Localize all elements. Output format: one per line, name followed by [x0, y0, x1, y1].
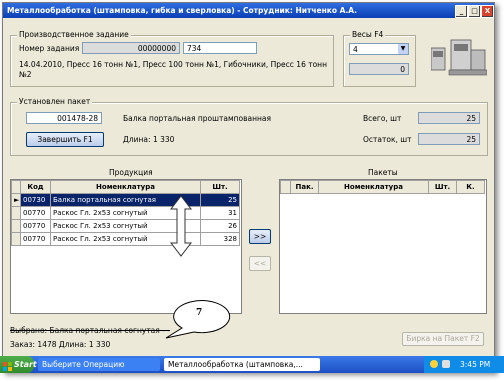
packets-header-marker [280, 180, 291, 194]
scales-value-field: 0 [349, 63, 409, 75]
package-length: Длина: 1 330 [123, 135, 175, 144]
packets-header-name[interactable]: Номенклатура [318, 180, 429, 194]
cell-code: 00730 [20, 193, 51, 207]
installed-package-label: Установлен пакет [17, 97, 93, 106]
taskbar-item-metalwork[interactable]: Металлообработка (штамповка,... [164, 358, 320, 371]
speaker-icon[interactable] [442, 360, 450, 368]
table-row[interactable]: 00770 Раскос Гл. 2х53 согнутый 26 [11, 219, 240, 233]
cell-code: 00770 [20, 219, 51, 233]
clock-time[interactable]: 3:45 PM [460, 356, 490, 373]
production-task-label: Производственное задание [17, 30, 131, 39]
minimize-button[interactable]: _ [455, 5, 468, 18]
packets-header-packet[interactable]: Пак. [290, 180, 319, 194]
double-arrow-icon [169, 195, 193, 257]
products-header-name[interactable]: Номенклатура [50, 180, 201, 194]
task-number-extra-field[interactable]: 734 [183, 42, 257, 54]
packets-header-qty[interactable]: Шт. [428, 180, 457, 194]
callout-bubble [165, 300, 231, 339]
start-label: Start [14, 360, 37, 369]
total-field: 25 [418, 112, 480, 124]
task-number-field[interactable]: 00000000 [82, 42, 180, 54]
scale-device-icon [431, 39, 487, 76]
scales-select-value: 4 [353, 45, 358, 54]
row-marker: ► [11, 193, 21, 207]
total-label: Всего, шт [363, 114, 402, 123]
start-button[interactable]: Start [0, 356, 37, 373]
row-marker [11, 232, 21, 246]
client-area: Производственное задание Номер задания 0… [6, 20, 491, 350]
task-number-label: Номер задания [19, 44, 80, 53]
row-marker [11, 206, 21, 220]
remove-from-packet-button[interactable]: << [249, 256, 271, 271]
cell-qty: 328 [200, 232, 240, 246]
cell-qty: 26 [200, 219, 240, 233]
table-row[interactable]: ► 00730 Балка портальная согнутая 25 [11, 193, 240, 207]
products-grid[interactable]: Код Номенклатура Шт. ► 00730 Балка порта… [10, 179, 242, 314]
scales-label: Весы F4 [350, 30, 386, 39]
products-header-marker [11, 180, 21, 194]
tray-icon[interactable] [430, 360, 438, 368]
task-description: 14.04.2010, Пресс 16 тонн №1, Пресс 100 … [19, 60, 327, 79]
window-titlebar[interactable]: Металлообработка (штамповка, гибка и све… [3, 3, 494, 18]
table-row[interactable]: 00770 Раскос Гл. 2х53 согнутый 328 [11, 232, 240, 246]
installed-package-group: Установлен пакет 001478-28 Балка порталь… [10, 97, 488, 156]
selected-status: Выбрано: Балка портальная согнутая - - [10, 326, 170, 335]
remaining-label: Остаток, шт [363, 135, 412, 144]
scales-group: Весы F4 4 ▼ 0 [343, 30, 416, 87]
add-to-packet-button[interactable]: >> [249, 229, 271, 244]
maximize-button[interactable]: □ [468, 5, 481, 18]
chevron-down-icon[interactable]: ▼ [398, 44, 408, 54]
cell-code: 00770 [20, 232, 51, 246]
table-row[interactable]: 00770 Раскос Гл. 2х53 согнутый 31 [11, 206, 240, 220]
production-task-group: Производственное задание Номер задания 0… [10, 30, 334, 87]
window-title: Металлообработка (штамповка, гибка и све… [7, 6, 357, 15]
windows-logo-icon [3, 360, 12, 371]
taskbar-item-operation[interactable]: Выберите Операцию [38, 358, 160, 371]
remaining-field: 25 [418, 133, 480, 145]
packets-header-k[interactable]: К. [456, 180, 485, 194]
row-marker [11, 219, 21, 233]
cell-qty: 31 [200, 206, 240, 220]
cell-code: 00770 [20, 206, 51, 220]
taskbar: Start Выберите Операцию Металлообработка… [0, 356, 504, 373]
system-tray: 3:45 PM [424, 356, 504, 373]
order-status: Заказ: 1478 Длина: 1 330 [10, 340, 111, 349]
callout-number: 7 [196, 308, 203, 318]
package-id-field[interactable]: 001478-28 [26, 112, 102, 124]
cell-qty: 25 [200, 193, 240, 207]
scales-select[interactable]: 4 ▼ [349, 43, 409, 55]
finish-button[interactable]: Завершить F1 [26, 132, 104, 147]
close-button[interactable]: X [481, 5, 494, 18]
products-header-code[interactable]: Код [20, 180, 51, 194]
app-window: Металлообработка (штамповка, гибка и све… [2, 2, 495, 372]
products-header-qty[interactable]: Шт. [200, 180, 240, 194]
packet-tag-button[interactable]: Бирка на Пакет F2 [402, 332, 484, 346]
packets-grid[interactable]: Пак. Номенклатура Шт. К. [279, 179, 487, 314]
package-name: Балка портальная проштампованная [123, 114, 272, 123]
packets-label: Пакеты [368, 168, 398, 177]
products-label: Продукция [109, 168, 153, 177]
